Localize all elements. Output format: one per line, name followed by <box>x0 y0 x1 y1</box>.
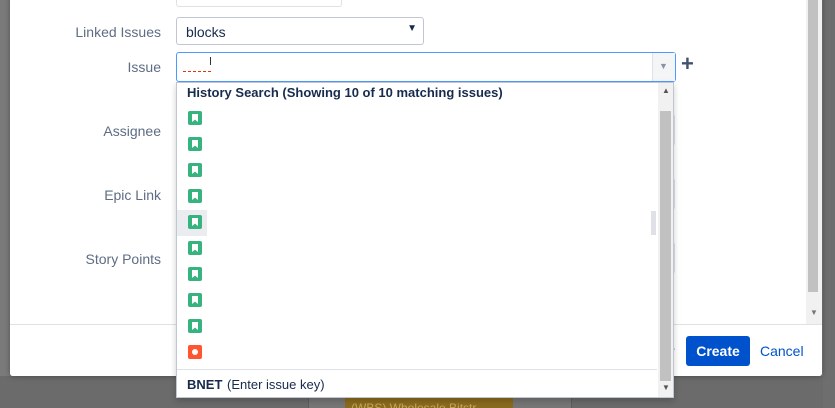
background-tag: (WBS) Wholesale Bitstr... <box>345 398 513 408</box>
chevron-down-icon: ▼ <box>659 61 668 71</box>
issue-label: Issue <box>127 59 161 75</box>
list-scroll-indicator <box>651 211 656 235</box>
dropdown-scrollbar-thumb[interactable] <box>660 111 671 381</box>
add-issue-link-button[interactable]: + <box>681 53 694 75</box>
linked-issues-select[interactable]: blocks ▼ <box>176 17 424 45</box>
previous-field-input[interactable] <box>176 0 342 7</box>
spellcheck-underline <box>183 71 211 72</box>
suggestion-item[interactable] <box>177 184 657 210</box>
story-icon <box>188 293 202 307</box>
history-search-header: History Search (Showing 10 of 10 matchin… <box>187 85 503 100</box>
issue-dropdown-toggle[interactable]: ▼ <box>652 53 675 81</box>
story-icon <box>188 137 202 151</box>
suggestion-item[interactable] <box>177 132 657 158</box>
dialog-scrollbar-thumb[interactable] <box>808 0 818 292</box>
project-key: BNET <box>187 377 223 392</box>
story-icon <box>188 111 202 125</box>
enter-issue-key-option[interactable]: BNET (Enter issue key) <box>177 369 657 398</box>
suggestion-item[interactable] <box>177 314 657 340</box>
story-icon <box>188 319 202 333</box>
bug-icon <box>188 345 202 359</box>
dialog-scrollbar[interactable]: ▼ <box>806 0 822 324</box>
scroll-down-arrow-icon[interactable]: ▼ <box>662 383 670 392</box>
linked-issues-label: Linked Issues <box>75 24 161 40</box>
suggestion-item[interactable] <box>177 106 657 132</box>
assignee-label: Assignee <box>103 123 161 139</box>
issue-search-input[interactable]: ▼ <box>176 52 676 82</box>
enter-issue-key-hint: (Enter issue key) <box>227 377 325 392</box>
cancel-button[interactable]: Cancel <box>760 343 804 359</box>
dropdown-scrollbar[interactable]: ▲ ▼ <box>658 83 673 397</box>
story-icon <box>188 241 202 255</box>
suggestion-item[interactable] <box>177 340 657 366</box>
text-cursor <box>210 57 211 65</box>
story-icon <box>188 189 202 203</box>
background-right-edge <box>823 0 835 408</box>
chevron-down-icon: ▼ <box>407 23 417 34</box>
linked-issues-value: blocks <box>186 24 226 40</box>
suggestion-item[interactable] <box>177 288 657 314</box>
story-icon <box>188 215 202 229</box>
suggestion-item[interactable] <box>177 158 657 184</box>
story-icon <box>188 163 202 177</box>
create-button[interactable]: Create <box>686 336 750 366</box>
story-icon <box>188 267 202 281</box>
scroll-up-arrow-icon[interactable]: ▲ <box>662 86 670 95</box>
story-points-label: Story Points <box>85 251 161 267</box>
scroll-down-arrow-icon[interactable]: ▼ <box>810 308 818 317</box>
suggestion-item[interactable] <box>177 262 657 288</box>
epic-link-label: Epic Link <box>104 187 161 203</box>
suggestion-item[interactable] <box>177 210 207 236</box>
suggestion-item[interactable] <box>177 236 657 262</box>
issue-suggestions-dropdown: History Search (Showing 10 of 10 matchin… <box>176 82 674 398</box>
